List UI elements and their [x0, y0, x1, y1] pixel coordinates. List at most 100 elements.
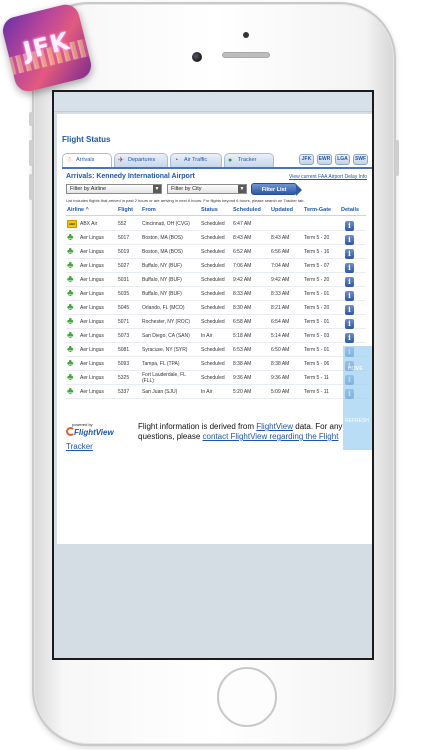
table-header: Airline ^ Flight From Status Scheduled U…	[66, 206, 366, 216]
cell-flight: 5093	[118, 361, 130, 367]
cell-scheduled: 6:58 AM	[233, 319, 252, 325]
cell-status: Scheduled	[201, 263, 225, 269]
list-note: List includes flights that arrived in pa…	[66, 198, 305, 203]
table-row[interactable]: ♣ Aer Lingus 5093 Tampa, FL (TPA) Schedu…	[66, 357, 366, 371]
cell-status: Scheduled	[201, 291, 225, 297]
contact-flightview-link[interactable]: contact FlightView regarding the Flight	[203, 432, 339, 441]
tab-label: Arrivals	[76, 157, 95, 163]
table-row[interactable]: ♣ Aer Lingus 5325 Fort Lauderdale, FL (F…	[66, 371, 366, 385]
plane-icon: ✈	[118, 157, 124, 164]
info-icon[interactable]: i	[345, 333, 354, 343]
cell-flight: 552	[118, 221, 127, 227]
table-row[interactable]: ♣ Aer Lingus 5019 Boston, MA (BOS) Sched…	[66, 245, 366, 259]
footer-text: Flight information is derived from Fligh…	[138, 422, 354, 442]
cell-status: Scheduled	[201, 221, 225, 227]
cell-airline: Aer Lingus	[80, 319, 104, 325]
front-camera	[192, 52, 202, 62]
cell-status: Scheduled	[201, 347, 225, 353]
city-filter-select[interactable]: Filter by City ▼	[167, 184, 247, 194]
flightview-link[interactable]: FlightView	[256, 422, 293, 431]
airport-button-jfk[interactable]: JFK	[299, 154, 314, 165]
column-status[interactable]: Status	[201, 207, 218, 213]
shamrock-icon: ♣	[67, 386, 74, 397]
cell-updated: 8:43 AM	[271, 235, 290, 241]
side-panel-home[interactable]: HOME	[348, 366, 363, 372]
cell-updated: 6:56 AM	[271, 249, 290, 255]
cell-scheduled: 5:20 AM	[233, 389, 252, 395]
cell-updated: 8:21 AM	[271, 305, 290, 311]
tab-departures[interactable]: ✈ Departures	[114, 153, 168, 167]
cell-from: Buffalo, NY (BUF)	[142, 263, 182, 269]
info-icon[interactable]: i	[345, 291, 354, 301]
info-icon[interactable]: i	[345, 305, 354, 315]
table-row[interactable]: ♣ Aer Lingus 5073 San Diego, CA (SAN) In…	[66, 329, 366, 343]
airline-filter-select[interactable]: Filter by Airline ▼	[66, 184, 162, 194]
cell-status: Scheduled	[201, 235, 225, 241]
table-row[interactable]: ♣ Aer Lingus 5017 Boston, MA (BOS) Sched…	[66, 231, 366, 245]
info-icon[interactable]: i	[345, 319, 354, 329]
info-icon[interactable]: i	[345, 277, 354, 287]
cell-flight: 5071	[118, 319, 130, 325]
cell-updated: 6:50 AM	[271, 347, 290, 353]
volume-up-button[interactable]	[29, 140, 33, 166]
table-row[interactable]: ABX ABX Air 552 Cincinnati, OH (CVG) Sch…	[66, 217, 366, 231]
cell-from: Orlando, FL (MCO)	[142, 305, 185, 311]
shamrock-icon: ♣	[67, 330, 74, 341]
cell-scheduled: 6:47 AM	[233, 221, 252, 227]
tab-underline	[62, 167, 372, 169]
cell-from: Syracuse, NY (SYR)	[142, 347, 188, 353]
column-scheduled[interactable]: Scheduled	[233, 207, 261, 213]
cell-term-gate: Term 5 - 11	[304, 375, 329, 381]
column-airline[interactable]: Airline ^	[67, 207, 89, 213]
cell-updated: 7:04 AM	[271, 263, 290, 269]
radar-icon: ◔	[174, 157, 179, 164]
table-row[interactable]: ♣ Aer Lingus 5035 Buffalo, NY (BUF) Sche…	[66, 287, 366, 301]
cell-airline: Aer Lingus	[80, 235, 104, 241]
column-term-gate[interactable]: Term-Gate	[304, 207, 331, 213]
cell-updated: 8:38 AM	[271, 361, 290, 367]
cell-term-gate: Term 5 - 11	[304, 389, 329, 395]
cell-from: Fort Lauderdale, FL (FLL)	[142, 372, 186, 384]
info-icon[interactable]: i	[345, 235, 354, 245]
table-row[interactable]: ♣ Aer Lingus 5031 Buffalo, NY (BUF) Sche…	[66, 273, 366, 287]
airport-button-swf[interactable]: SWF	[353, 154, 368, 165]
faa-delay-link[interactable]: View current FAA Airport Delay Info	[289, 174, 367, 180]
cell-status: Scheduled	[201, 305, 225, 311]
table-row[interactable]: ♣ Aer Lingus 5027 Buffalo, NY (BUF) Sche…	[66, 259, 366, 273]
column-from[interactable]: From	[142, 207, 156, 213]
cell-scheduled: 9:36 AM	[233, 375, 252, 381]
airport-button-lga[interactable]: LGA	[335, 154, 350, 165]
table-row[interactable]: ♣ Aer Lingus 5081 Syracuse, NY (SYR) Sch…	[66, 343, 366, 357]
cell-flight: 5027	[118, 263, 130, 269]
cell-from: Cincinnati, OH (CVG)	[142, 221, 190, 227]
info-icon[interactable]: i	[345, 221, 354, 231]
volume-down-button[interactable]	[29, 174, 33, 200]
info-icon[interactable]: i	[345, 249, 354, 259]
shamrock-icon: ♣	[67, 274, 74, 285]
column-flight[interactable]: Flight	[118, 207, 133, 213]
table-row[interactable]: ♣ Aer Lingus 5337 San Juan (SJU) In Air …	[66, 385, 366, 399]
page-title: Flight Status	[62, 135, 111, 144]
tracker-link[interactable]: Tracker	[66, 442, 93, 451]
tab-tracker[interactable]: ● Tracker	[224, 153, 274, 167]
cell-flight: 5325	[118, 375, 130, 381]
info-icon[interactable]: i	[345, 263, 354, 273]
filter-list-button[interactable]: Filter List	[251, 183, 302, 196]
mute-switch[interactable]	[29, 112, 33, 126]
cell-updated: 9:36 AM	[271, 375, 290, 381]
airport-button-ewr[interactable]: EWR	[317, 154, 332, 165]
tab-air-traffic[interactable]: ◔ Air Traffic	[170, 153, 222, 167]
cell-airline: ABX Air	[80, 221, 98, 227]
cell-from: Boston, MA (BOS)	[142, 249, 183, 255]
top-bar	[54, 92, 372, 112]
power-button[interactable]	[395, 140, 399, 176]
column-updated[interactable]: Updated	[271, 207, 293, 213]
home-button[interactable]	[217, 667, 277, 727]
tab-arrivals[interactable]: ☃ Arrivals	[62, 153, 112, 167]
table-row[interactable]: ♣ Aer Lingus 5045 Orlando, FL (MCO) Sche…	[66, 301, 366, 315]
chevron-down-icon: ▼	[153, 185, 161, 193]
table-row[interactable]: ♣ Aer Lingus 5071 Rochester, NY (ROC) Sc…	[66, 315, 366, 329]
cell-flight: 5337	[118, 389, 130, 395]
cell-scheduled: 8:30 AM	[233, 305, 252, 311]
shamrock-icon: ♣	[67, 302, 74, 313]
